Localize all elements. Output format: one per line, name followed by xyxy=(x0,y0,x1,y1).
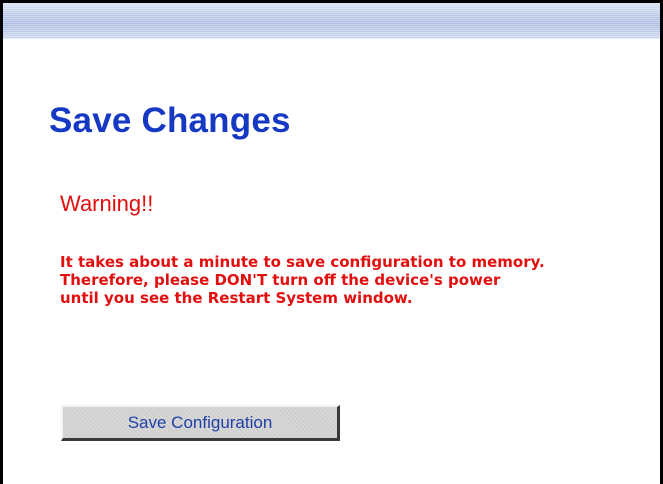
page-frame: Save Changes Warning!! It takes about a … xyxy=(0,0,663,484)
warning-heading: Warning!! xyxy=(60,191,154,216)
page-title: Save Changes xyxy=(49,101,291,140)
warning-line: until you see the Restart System window. xyxy=(60,289,413,307)
warning-message: It takes about a minute to save configur… xyxy=(60,253,660,307)
header-banner xyxy=(3,3,660,39)
warning-line: Therefore, please DON'T turn off the dev… xyxy=(60,271,501,289)
save-configuration-button[interactable]: Save Configuration xyxy=(61,405,340,441)
warning-line: It takes about a minute to save configur… xyxy=(60,253,545,271)
